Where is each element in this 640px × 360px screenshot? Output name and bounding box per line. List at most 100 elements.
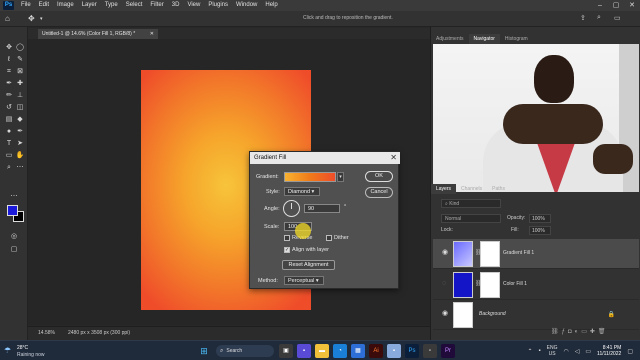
eye-icon[interactable]: ◌ <box>442 280 450 288</box>
eyedropper-icon[interactable]: ✒ <box>4 79 14 89</box>
link-layers-icon[interactable]: ⛓ <box>551 329 562 335</box>
workspace-icon[interactable]: ▭ <box>614 14 621 22</box>
minimize-icon[interactable]: – <box>592 0 608 11</box>
history-brush-icon[interactable]: ↺ <box>4 103 14 113</box>
wifi-icon[interactable]: ◠ <box>563 348 568 355</box>
tab-layers[interactable]: Layers <box>431 184 457 194</box>
quick-select-icon[interactable]: ✎ <box>15 55 25 65</box>
app-icon[interactable]: ▪ <box>387 344 401 358</box>
tab-paths[interactable]: Paths <box>487 184 510 194</box>
trash-icon[interactable]: 🗑 <box>598 329 609 335</box>
foreground-color-swatch[interactable] <box>7 205 18 216</box>
frame-icon[interactable]: ⊠ <box>15 67 25 77</box>
menu-select[interactable]: Select <box>122 0 147 11</box>
gradient-icon[interactable]: ▤ <box>4 115 14 125</box>
reverse-checkbox[interactable] <box>284 235 290 241</box>
crop-icon[interactable]: ⌗ <box>4 67 14 77</box>
menu-type[interactable]: Type <box>101 0 122 11</box>
stamp-icon[interactable]: ⊥ <box>15 91 25 101</box>
angle-dial[interactable] <box>283 200 300 217</box>
healing-icon[interactable]: ✚ <box>15 79 25 89</box>
menu-filter[interactable]: Filter <box>146 0 167 11</box>
menu-edit[interactable]: Edit <box>35 0 53 11</box>
dodge-icon[interactable]: ● <box>4 127 14 137</box>
weather-widget[interactable]: ☂ 28°C Raining now <box>4 344 74 358</box>
move-icon[interactable]: ✥ <box>4 43 14 53</box>
clock[interactable]: 8:41 PM 11/11/2022 <box>597 345 621 357</box>
chevron-down-icon[interactable]: ▾ <box>40 14 43 24</box>
style-select[interactable]: Diamond ▾ <box>284 187 320 196</box>
language-indicator[interactable]: ENG US <box>547 345 558 357</box>
close-icon[interactable]: ✕ <box>624 0 640 11</box>
cancel-button[interactable]: Cancel <box>365 187 393 198</box>
pen-icon[interactable]: ✒ <box>15 127 25 137</box>
align-checkbox[interactable]: ✓ <box>284 247 290 253</box>
gradient-picker[interactable] <box>284 172 336 182</box>
app-icon[interactable]: ▫ <box>423 344 437 358</box>
dither-checkbox[interactable] <box>326 235 332 241</box>
path-select-icon[interactable]: ➤ <box>15 139 25 149</box>
illustrator-icon[interactable]: Ai <box>369 344 383 358</box>
edge-icon[interactable]: ◔ <box>333 344 347 358</box>
opacity-input[interactable]: 100% <box>529 214 551 223</box>
notification-icon[interactable]: ▢ <box>627 348 633 355</box>
menu-view[interactable]: View <box>183 0 204 11</box>
store-icon[interactable]: ▦ <box>351 344 365 358</box>
restore-icon[interactable]: ▢ <box>608 0 624 11</box>
menu-plugins[interactable]: Plugins <box>204 0 232 11</box>
task-view-icon[interactable]: ▣ <box>279 344 293 358</box>
document-tab[interactable]: Untitled-1 @ 14.6% (Color Fill 1, RGB/8)… <box>38 29 158 39</box>
tab-adjustments[interactable]: Adjustments <box>431 34 469 44</box>
layer-row-gradient-fill[interactable]: ◉ ⛓ Gradient Fill 1 <box>433 239 639 269</box>
home-icon[interactable]: ⌂ <box>5 14 10 24</box>
zoom-icon[interactable]: ⌕ <box>4 163 14 173</box>
tab-navigator[interactable]: Navigator <box>468 34 500 44</box>
layer-row-color-fill[interactable]: ◌ ⛓ Color Fill 1 <box>433 270 639 300</box>
reset-alignment-button[interactable]: Reset Alignment <box>282 260 335 270</box>
start-icon[interactable]: ⊞ <box>197 344 211 358</box>
lock-icon[interactable]: 🔒 <box>608 311 615 318</box>
type-icon[interactable]: T <box>4 139 14 149</box>
eraser-icon[interactable]: ◫ <box>15 103 25 113</box>
method-select[interactable]: Perceptual ▾ <box>284 276 324 285</box>
edit-toolbar-icon[interactable]: ⋯ <box>9 192 19 202</box>
taskbar-search[interactable]: ⌕ Search <box>216 345 274 357</box>
volume-icon[interactable]: ◁ <box>575 348 580 355</box>
app-tray-icon[interactable]: ▪ <box>539 348 541 354</box>
blur-icon[interactable]: ◆ <box>15 115 25 125</box>
menu-help[interactable]: Help <box>261 0 281 11</box>
search-icon[interactable]: ⌕ <box>597 14 601 22</box>
marquee-icon[interactable]: ◯ <box>15 43 25 53</box>
chevron-up-icon[interactable]: ⌃ <box>527 348 532 355</box>
screen-mode-icon[interactable]: ▢ <box>9 245 19 255</box>
lasso-icon[interactable]: ℓ <box>4 55 14 65</box>
tab-histogram[interactable]: Histogram <box>500 34 533 44</box>
blend-mode-select[interactable]: Normal <box>441 214 501 223</box>
premiere-icon[interactable]: Pr <box>441 344 455 358</box>
menu-layer[interactable]: Layer <box>78 0 101 11</box>
quick-mask-icon[interactable]: ◎ <box>9 232 19 242</box>
menu-3d[interactable]: 3D <box>168 0 184 11</box>
menu-window[interactable]: Window <box>232 0 261 11</box>
close-icon[interactable]: ✕ <box>390 152 397 164</box>
new-layer-icon[interactable]: ✚ <box>590 329 598 335</box>
menu-file[interactable]: File <box>17 0 35 11</box>
layer-kind-filter[interactable]: ⌕ Kind <box>441 199 501 208</box>
hand-icon[interactable]: ✋ <box>15 151 25 161</box>
battery-icon[interactable]: ▭ <box>585 348 591 355</box>
shape-icon[interactable]: ▭ <box>4 151 14 161</box>
move-tool-icon[interactable]: ✥ <box>28 14 35 24</box>
dialog-title-bar[interactable]: Gradient Fill ✕ <box>250 152 400 164</box>
teams-icon[interactable]: ▪ <box>297 344 311 358</box>
brush-icon[interactable]: ✏ <box>4 91 14 101</box>
tab-channels[interactable]: Channels <box>456 184 487 194</box>
folder-icon[interactable]: ▭ <box>581 329 590 335</box>
more-tools-icon[interactable]: ⋯ <box>15 163 25 173</box>
angle-input[interactable]: 90 <box>304 204 340 213</box>
share-icon[interactable]: ⇪ <box>580 14 586 22</box>
fill-input[interactable]: 100% <box>529 226 551 235</box>
close-tab-icon[interactable]: ✕ <box>150 29 154 39</box>
layer-row-background[interactable]: ◉ Background 🔒 <box>433 300 639 330</box>
eye-icon[interactable]: ◉ <box>442 310 450 318</box>
file-explorer-icon[interactable]: ▬ <box>315 344 329 358</box>
